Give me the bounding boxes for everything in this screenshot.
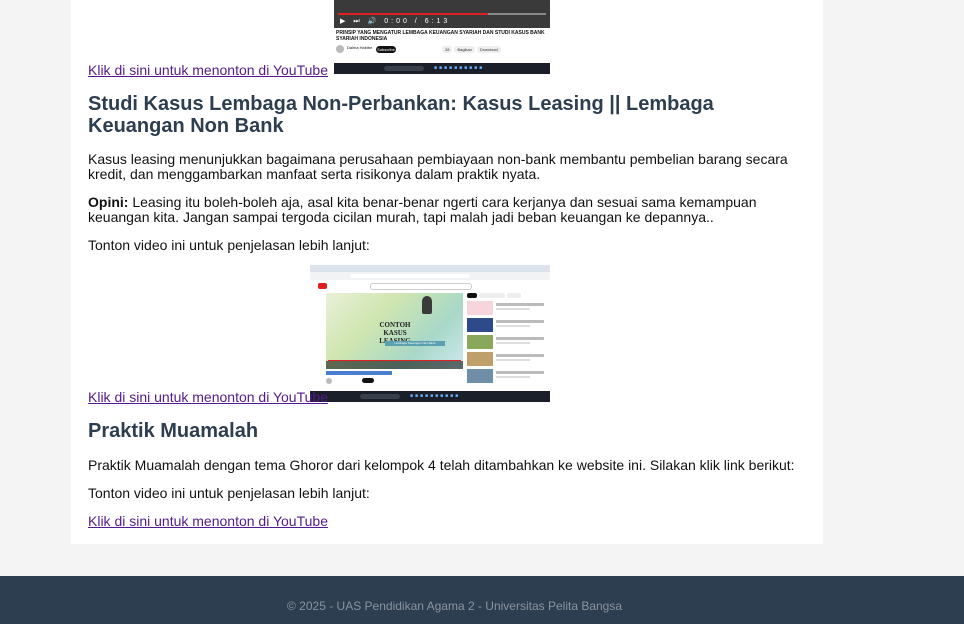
taskbar-search xyxy=(360,394,400,399)
recommended-title xyxy=(496,320,544,323)
windows-taskbar: ■■■■■■■■■■ xyxy=(334,63,550,74)
download-label: Download xyxy=(476,46,501,53)
taskbar-icons: ■■■■■■■■■■ xyxy=(410,393,461,399)
youtube-link-bank-syariah[interactable]: Klik di sini untuk menonton di YouTube xyxy=(88,62,328,78)
heading-leasing: Studi Kasus Lembaga Non-Perbankan: Kasus… xyxy=(88,93,714,137)
share-label: Bagikan xyxy=(454,46,475,53)
footer-copyright: © 2025 - UAS Pendidikan Agama 2 - Univer… xyxy=(287,599,623,613)
video-thumbnail-bank-syariah[interactable]: ▶ ⏭ 🔊 0:00 / 6:13 PRINSIP YANG MENGATUR … xyxy=(334,0,550,74)
youtube-header xyxy=(310,280,550,292)
youtube-logo-icon xyxy=(318,283,327,289)
like-count: 28 xyxy=(442,46,453,53)
recommended-title xyxy=(496,337,544,340)
opinion-label: Opini: xyxy=(88,194,129,210)
video-player-frame: ▶ ⏭ 🔊 0:00 / 6:13 xyxy=(334,0,550,28)
video-progress-bar xyxy=(338,13,546,15)
recommended-item xyxy=(467,335,547,349)
youtube-link-leasing[interactable]: Klik di sini untuk menonton di YouTube xyxy=(88,389,328,405)
video-actions: 28 Bagikan Download xyxy=(442,46,503,53)
recommended-item xyxy=(467,369,547,383)
recommended-meta xyxy=(496,359,530,361)
video-player-frame: CONTOH KASUS LEASING Lembaga Keuangan No… xyxy=(326,293,463,369)
recommended-meta xyxy=(496,342,530,344)
browser-tabs xyxy=(310,265,550,272)
recommended-thumb xyxy=(467,335,493,349)
filter-chip xyxy=(467,293,477,298)
subscribe-button xyxy=(362,378,374,383)
video-thumbnail-leasing[interactable]: CONTOH KASUS LEASING Lembaga Keuangan No… xyxy=(310,265,550,402)
channel-name: Dalma Habibe xyxy=(347,45,373,50)
taskbar-search xyxy=(384,66,424,71)
content-card: ▶ ⏭ 🔊 0:00 / 6:13 PRINSIP YANG MENGATUR … xyxy=(71,0,823,544)
filter-chip xyxy=(479,293,505,298)
channel-avatar xyxy=(336,45,344,53)
video-title: PRINSIP YANG MENGATUR LEMBAGA KEUANGAN S… xyxy=(336,30,545,42)
video-info xyxy=(326,371,463,391)
watch-instruction-muamalah: Tonton video ini untuk penjelasan lebih … xyxy=(88,485,370,501)
recommended-item xyxy=(467,352,547,366)
video-title-highlight xyxy=(326,371,392,375)
browser-address-bar xyxy=(310,272,550,280)
presenter-image xyxy=(422,296,432,314)
recommended-item xyxy=(467,301,547,315)
video-controls: ▶ ⏭ 🔊 0:00 / 6:13 xyxy=(340,18,451,25)
channel-avatar xyxy=(326,378,332,384)
heading-muamalah: Praktik Muamalah xyxy=(88,420,259,442)
windows-taskbar: ■■■■■■■■■■ xyxy=(310,391,550,402)
paragraph-leasing: Kasus leasing menunjukkan bagaimana peru… xyxy=(88,151,788,182)
video-controls xyxy=(326,361,463,369)
page-footer: © 2025 - UAS Pendidikan Agama 2 - Univer… xyxy=(0,576,964,624)
recommended-meta xyxy=(496,376,530,378)
watch-instruction-leasing: Tonton video ini untuk penjelasan lebih … xyxy=(88,237,370,253)
recommended-meta xyxy=(496,325,530,327)
recommended-list xyxy=(467,293,547,389)
opinion-text: Leasing itu boleh-boleh aja, asal kita b… xyxy=(88,194,757,225)
recommended-meta xyxy=(496,308,530,310)
recommended-thumb xyxy=(467,352,493,366)
recommended-title xyxy=(496,354,544,357)
filter-chip xyxy=(507,293,521,298)
recommended-thumb xyxy=(467,318,493,332)
address-field xyxy=(350,274,470,278)
video-progress-fill xyxy=(338,13,488,15)
paragraph-muamalah: Praktik Muamalah dengan tema Ghoror dari… xyxy=(88,457,795,473)
youtube-link-muamalah[interactable]: Klik di sini untuk menonton di YouTube xyxy=(88,513,328,529)
recommended-thumb xyxy=(467,369,493,383)
youtube-search-box xyxy=(370,283,472,290)
recommended-thumb xyxy=(467,301,493,315)
taskbar-icons: ■■■■■■■■■■ xyxy=(434,65,485,71)
recommended-title xyxy=(496,303,544,306)
subscribe-button: Subscribe xyxy=(376,46,396,53)
recommended-item xyxy=(467,318,547,332)
recommended-title xyxy=(496,371,544,374)
opinion-paragraph: Opini: Leasing itu boleh-boleh aja, asal… xyxy=(88,195,798,225)
video-subtitle: Lembaga Keuangan Non Bank xyxy=(385,341,445,346)
video-time: 0:00 / 6:13 xyxy=(384,18,451,25)
